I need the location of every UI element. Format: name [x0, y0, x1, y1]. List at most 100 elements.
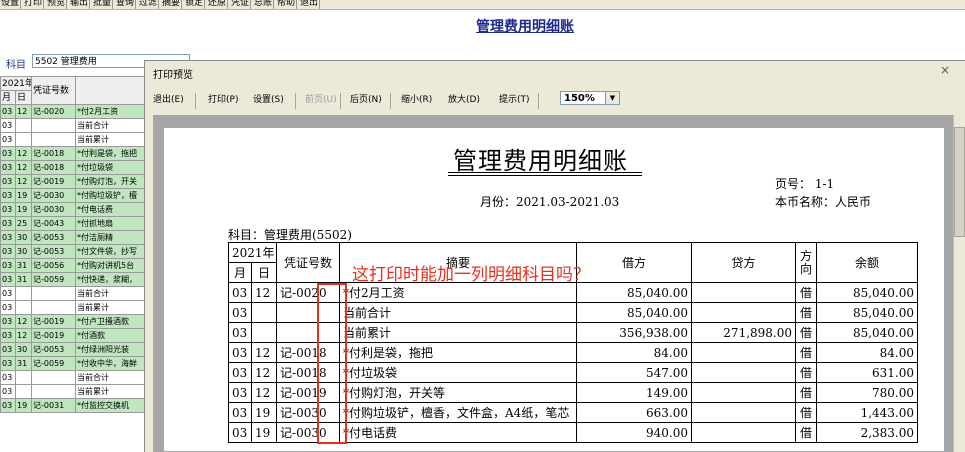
cell-bal: 85,040.00: [816, 282, 919, 303]
chevron-down-icon[interactable]: ▼: [605, 92, 619, 104]
bg-cell-d: [15, 118, 32, 133]
title-underline: [448, 172, 642, 173]
preview-button-1[interactable]: 打印(P): [208, 95, 238, 106]
preview-button-5[interactable]: 缩小(R): [401, 95, 432, 106]
cell-d: 12: [250, 282, 278, 303]
cell-dir: 借: [795, 362, 818, 383]
bg-cell-d: 12: [15, 328, 32, 343]
cell-d: 12: [250, 362, 278, 383]
bg-cell-v: [31, 384, 76, 399]
bg-table-row[interactable]: 03 31 记-0056 *付购对讲机5台: [0, 258, 146, 273]
bg-table-row[interactable]: 03 31 记-0059 *付收中华，海鲜: [0, 356, 146, 371]
bg-table-row[interactable]: 03 19 记-0031 *付监控交换机: [0, 398, 146, 413]
cell-bal: 2,383.00: [816, 422, 919, 443]
bg-table-row[interactable]: 03 19 记-0030 *付电话费: [0, 202, 146, 217]
toolbar-item-8[interactable]: 锁定: [184, 0, 206, 9]
day-header: 日: [250, 262, 278, 283]
toolbar-separator: [538, 93, 539, 109]
bg-table-row[interactable]: 03 12 记-0019 *付酒款: [0, 328, 146, 343]
toolbar-item-1[interactable]: 打印: [23, 0, 45, 9]
cell-m: 03: [228, 422, 252, 443]
bg-cell-s: *付购垃圾铲，檀: [75, 188, 146, 203]
cell-bal: 85,040.00: [816, 322, 919, 343]
cell-m: 03: [228, 282, 252, 303]
bg-table-row[interactable]: 03 当前合计: [0, 118, 146, 133]
subject-caption: 科目：管理费用(5502): [228, 228, 352, 242]
close-icon[interactable]: ×: [940, 63, 950, 77]
bg-table-row[interactable]: 03 当前合计: [0, 370, 146, 385]
direction-header: 方向: [795, 242, 818, 283]
balance-header: 余额: [816, 242, 919, 283]
bg-cell-s: *付卢卫搔酒款: [75, 314, 146, 329]
bg-table-row[interactable]: 03 12 记-0019 *付购灯泡，开关: [0, 174, 146, 189]
bg-table-row[interactable]: 03 31 记-0059 *付快递，浆糊，: [0, 272, 146, 287]
bg-table-row[interactable]: 03 12 记-0018 *付利是袋，拖把: [0, 146, 146, 161]
cell-dir: 借: [795, 302, 818, 323]
bg-cell-m: 03: [0, 160, 16, 175]
bg-table-row[interactable]: 03 12 记-0020 *付2月工资: [0, 104, 146, 119]
toolbar-item-4[interactable]: 批量: [92, 0, 114, 9]
bg-cell-s: *付快递，浆糊，: [75, 272, 146, 287]
bg-cell-v: 记-0020: [31, 104, 76, 119]
cell-bal: 1,443.00: [816, 402, 919, 423]
preview-button-6[interactable]: 放大(D): [448, 95, 480, 106]
bg-cell-m: 03: [0, 118, 16, 133]
toolbar-item-6[interactable]: 过滤: [138, 0, 160, 9]
toolbar-item-7[interactable]: 摘要: [161, 0, 183, 9]
page-title: 管理费用明细账: [476, 19, 574, 35]
preview-button-2[interactable]: 设置(S): [253, 95, 284, 106]
preview-button-0[interactable]: 退出(E): [153, 95, 184, 106]
bg-cell-d: [15, 384, 32, 399]
bg-cell-s: 当前合计: [75, 118, 146, 133]
toolbar-item-12[interactable]: 帮助: [276, 0, 298, 9]
month-range: 月份：2021.03-2021.03: [480, 195, 620, 209]
toolbar-item-10[interactable]: 凭证: [230, 0, 252, 9]
toolbar-item-0[interactable]: 设置: [0, 0, 22, 9]
bg-cell-v: 记-0019: [31, 328, 76, 343]
cell-s: *付电话费: [339, 422, 578, 443]
bg-table-row[interactable]: 03 12 记-0019 *付卢卫搔酒款: [0, 314, 146, 329]
cell-bal: 84.00: [816, 342, 919, 363]
bg-table-row[interactable]: 03 12 记-0018 *付垃圾袋: [0, 160, 146, 175]
bg-cell-m: 03: [0, 216, 16, 231]
bg-cell-v: 记-0019: [31, 314, 76, 329]
bg-cell-v: 记-0030: [31, 188, 76, 203]
cell-dir: 借: [795, 402, 818, 423]
bg-cell-v: 记-0018: [31, 160, 76, 175]
bg-cell-v: [31, 118, 76, 133]
cell-bal: 631.00: [816, 362, 919, 383]
preview-button-7[interactable]: 提示(T): [499, 95, 530, 106]
toolbar-item-5[interactable]: 查询: [115, 0, 137, 9]
cell-cr: [691, 362, 797, 383]
bg-table-row[interactable]: 03 当前累计: [0, 132, 146, 147]
scrollbar-thumb[interactable]: [954, 127, 965, 237]
bg-table-row[interactable]: 03 30 记-0053 *付文件袋，抄写: [0, 244, 146, 259]
bg-table-row[interactable]: 03 19 记-0030 *付购垃圾铲，檀: [0, 188, 146, 203]
toolbar-item-11[interactable]: 总账: [253, 0, 275, 9]
currency-name: 本币名称：人民币: [775, 195, 872, 209]
bg-cell-m: 03: [0, 370, 16, 385]
bg-cell-m: 03: [0, 314, 16, 329]
bg-cell-v: 记-0053: [31, 244, 76, 259]
bg-table-row[interactable]: 03 25 记-0043 *付抓地扇: [0, 216, 146, 231]
preview-button-4[interactable]: 后页(N): [350, 95, 382, 106]
debit-header: 借方: [576, 242, 693, 283]
cell-m: 03: [228, 322, 252, 343]
toolbar-item-13[interactable]: 退出: [299, 0, 321, 9]
cell-d: 12: [250, 342, 278, 363]
cell-dir: 借: [795, 342, 818, 363]
bg-table-row[interactable]: 03 当前合计: [0, 286, 146, 301]
cell-s: *付利是袋，拖把: [339, 342, 578, 363]
bg-cell-d: 25: [15, 216, 32, 231]
toolbar-item-3[interactable]: 输出: [69, 0, 91, 9]
toolbar-item-9[interactable]: 还原: [207, 0, 229, 9]
bg-cell-s: 当前累计: [75, 384, 146, 399]
window-title: 打印预览: [153, 70, 193, 81]
bg-table-row[interactable]: 03 当前累计: [0, 300, 146, 315]
bg-table-row[interactable]: 03 30 记-0053 *付绿洲阳光装: [0, 342, 146, 357]
toolbar-item-2[interactable]: 预览: [46, 0, 68, 9]
bg-table-row[interactable]: 03 当前累计: [0, 384, 146, 399]
bg-table-row[interactable]: 03 30 记-0053 *付洁厕精: [0, 230, 146, 245]
bg-cell-d: 12: [15, 104, 32, 119]
preview-button-3[interactable]: 前页(U): [305, 95, 337, 106]
